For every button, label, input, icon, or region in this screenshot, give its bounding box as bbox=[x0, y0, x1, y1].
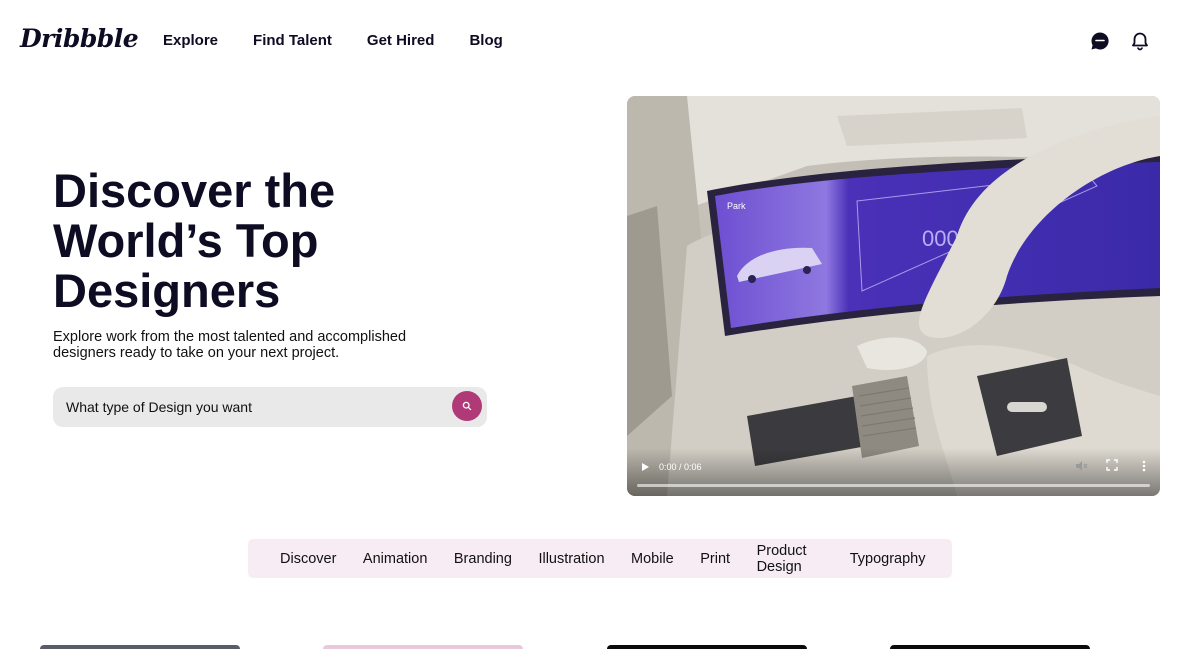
nav-find-talent[interactable]: Find Talent bbox=[253, 32, 332, 49]
category-illustration[interactable]: Illustration bbox=[538, 551, 604, 567]
screen-park-label: Park bbox=[727, 201, 746, 211]
nav-blog[interactable]: Blog bbox=[469, 32, 502, 49]
hero-title: Discover the World’s Top Designers bbox=[53, 164, 336, 317]
design-search-input[interactable] bbox=[53, 387, 443, 427]
hero-video[interactable]: Park 000 0:00 / 0:06 bbox=[627, 96, 1160, 496]
header-actions bbox=[1090, 31, 1150, 51]
shot-card[interactable] bbox=[40, 645, 240, 649]
hero-subtitle: Explore work from the most talented and … bbox=[53, 329, 407, 361]
category-typography[interactable]: Typography bbox=[850, 551, 926, 567]
site-header: Dribbble Explore Find Talent Get Hired B… bbox=[0, 0, 1200, 82]
shot-card[interactable] bbox=[323, 645, 523, 649]
play-icon[interactable] bbox=[639, 461, 651, 473]
nav-get-hired[interactable]: Get Hired bbox=[367, 32, 435, 49]
category-branding[interactable]: Branding bbox=[454, 551, 512, 567]
main-nav: Explore Find Talent Get Hired Blog bbox=[163, 32, 538, 49]
category-product-design[interactable]: Product Design bbox=[757, 543, 824, 575]
mute-icon[interactable] bbox=[1074, 459, 1088, 473]
category-discover[interactable]: Discover bbox=[280, 551, 336, 567]
design-search-bar bbox=[53, 387, 487, 427]
search-icon bbox=[462, 401, 472, 411]
chat-icon[interactable] bbox=[1090, 31, 1110, 51]
category-mobile[interactable]: Mobile bbox=[631, 551, 674, 567]
more-options-icon[interactable] bbox=[1138, 459, 1150, 473]
fullscreen-icon[interactable] bbox=[1106, 459, 1118, 471]
nav-explore[interactable]: Explore bbox=[163, 32, 218, 49]
dribbble-logo[interactable]: Dribbble bbox=[20, 24, 139, 53]
car-interior-video-frame: Park 000 bbox=[627, 96, 1160, 496]
category-animation[interactable]: Animation bbox=[363, 551, 427, 567]
shot-card[interactable] bbox=[607, 645, 807, 649]
shot-card[interactable] bbox=[890, 645, 1090, 649]
bell-icon[interactable] bbox=[1130, 31, 1150, 51]
video-progress-bar[interactable] bbox=[637, 484, 1150, 487]
search-button[interactable] bbox=[452, 391, 482, 421]
video-controls: 0:00 / 0:06 bbox=[627, 448, 1160, 496]
category-filter-bar: Discover Animation Branding Illustration… bbox=[248, 539, 952, 578]
category-print[interactable]: Print bbox=[700, 551, 730, 567]
video-time: 0:00 / 0:06 bbox=[659, 462, 702, 472]
